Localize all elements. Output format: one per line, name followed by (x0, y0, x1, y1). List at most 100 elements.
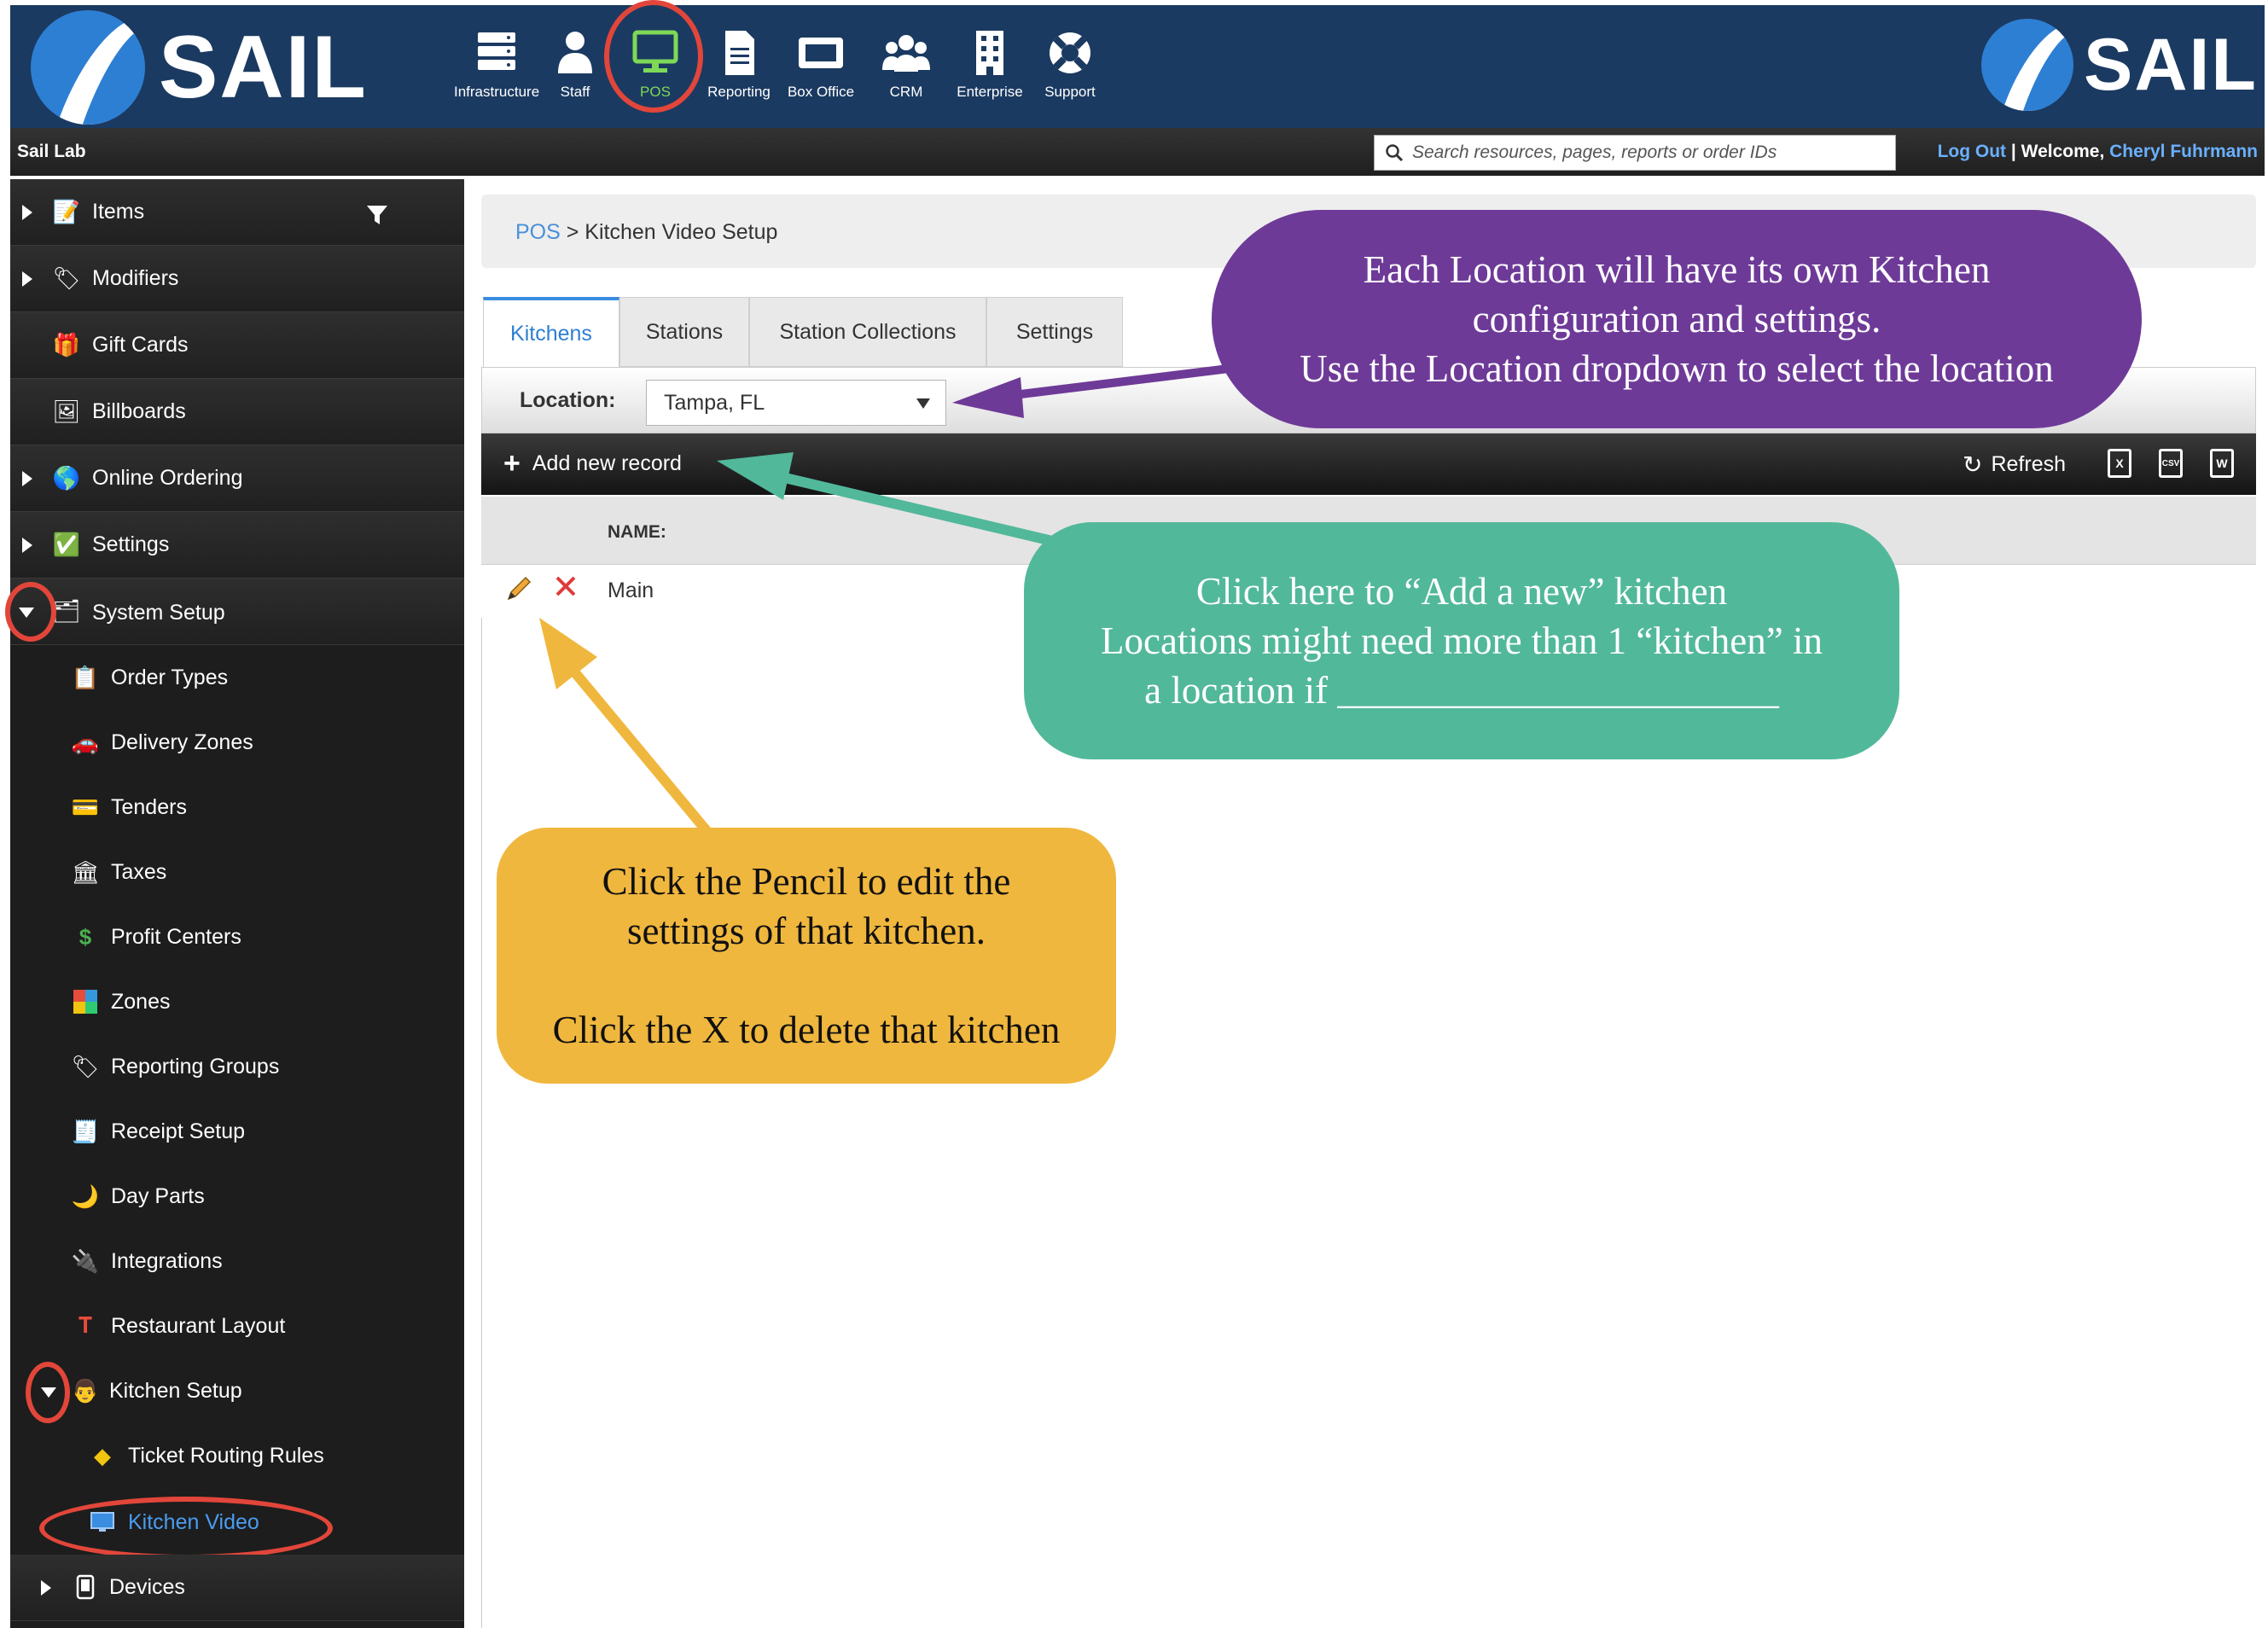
sail-logo-right: SAIL (1981, 19, 2258, 111)
credit-card-icon: 💳 (71, 794, 100, 820)
user-name-link[interactable]: Cheryl Fuhrmann (2109, 142, 2258, 161)
sidebar-item-online-ordering[interactable]: 🌎 Online Ordering (10, 445, 464, 512)
sail-logo[interactable]: SAIL (31, 10, 368, 125)
expand-arrow-icon[interactable] (41, 1580, 51, 1596)
sidebar-item-label: Kitchen Setup (109, 1379, 242, 1403)
breadcrumb-pos-link[interactable]: POS (515, 220, 561, 244)
global-search (1374, 135, 1896, 171)
sidebar-item-devices[interactable]: Devices (10, 1555, 464, 1621)
expand-arrow-icon[interactable] (22, 471, 32, 486)
breadcrumb: POS > Kitchen Video Setup (515, 220, 777, 245)
billboard-icon: 🖼 (52, 398, 81, 424)
plus-icon: + (503, 447, 520, 480)
sidebar-item-ticket-routing-rules[interactable]: ◆ Ticket Routing Rules (10, 1423, 464, 1490)
search-input[interactable] (1412, 142, 1890, 163)
collapse-arrow-icon[interactable] (41, 1387, 56, 1398)
items-icon: 📝 (52, 198, 81, 224)
callout-line: Click here to “Add a new” kitchen (1195, 570, 1728, 613)
collapse-arrow-icon[interactable] (19, 608, 34, 618)
sidebar-item-zones[interactable]: Zones (10, 969, 464, 1036)
module-label: Enterprise (957, 84, 1023, 100)
sidebar-item-order-types[interactable]: 📋 Order Types (10, 645, 464, 712)
sidebar-item-delivery-zones[interactable]: 🚗 Delivery Zones (10, 710, 464, 776)
sidebar-item-profit-centers[interactable]: $ Profit Centers (10, 904, 464, 971)
sidebar-item-settings[interactable]: ✅ Settings (10, 512, 464, 579)
sidebar-item-gift-cards[interactable]: 🎁 Gift Cards (10, 312, 464, 379)
sidebar-item-label: Profit Centers (111, 925, 241, 949)
expand-arrow-icon[interactable] (22, 271, 32, 287)
sidebar-item-label: Taxes (111, 860, 167, 884)
sidebar-item-label: Devices (109, 1575, 185, 1599)
logout-link[interactable]: Log Out (1938, 142, 2006, 161)
module-pos[interactable]: POS (613, 27, 698, 109)
location-dropdown[interactable]: Tampa, FL (646, 380, 946, 426)
chef-icon: 👨 (71, 1377, 100, 1404)
zones-icon (72, 988, 99, 1015)
grid-toolbar: + Add new record ↻ Refresh X CSV W (481, 433, 2256, 495)
add-kitchen-callout: Click here to “Add a new” kitchen Locati… (1024, 522, 1899, 759)
module-reporting[interactable]: Reporting (696, 27, 782, 109)
settings-icon: ✅ (52, 531, 81, 557)
sidebar-item-label: Reporting Groups (111, 1055, 280, 1079)
sidebar: 📝 Items 🏷 Modifiers 🎁 Gift Cards 🖼 Billb… (5, 179, 464, 1628)
tab-kitchens[interactable]: Kitchens (483, 297, 619, 367)
brand-name: SAIL (159, 17, 368, 117)
grid-body (481, 618, 2256, 1628)
refresh-button[interactable]: ↻ Refresh (1963, 451, 2066, 479)
sidebar-item-tenders[interactable]: 💳 Tenders (10, 775, 464, 841)
sidebar-item-items[interactable]: 📝 Items (10, 179, 464, 246)
sidebar-item-kitchen-setup[interactable]: 👨 Kitchen Setup (10, 1358, 464, 1425)
sidebar-item-system-setup[interactable]: 🗂 System Setup (10, 579, 464, 645)
system-setup-icon: 🗂 (52, 597, 81, 624)
module-infrastructure[interactable]: Infrastructure (454, 27, 539, 109)
module-support[interactable]: Support (1027, 27, 1113, 109)
sidebar-item-kitchen-video[interactable]: Kitchen Video (10, 1490, 464, 1556)
monitor-icon (632, 30, 678, 73)
sail-logo-mark-icon (1981, 19, 2073, 111)
top-header: SAIL Infrastructure Staff POS Reporting … (10, 5, 2265, 128)
delete-x-icon[interactable] (553, 573, 579, 599)
module-enterprise[interactable]: Enterprise (947, 27, 1032, 109)
callout-line: a location if _______________________ (1144, 669, 1779, 712)
tab-station-collections[interactable]: Station Collections (749, 297, 986, 367)
expand-arrow-icon[interactable] (22, 205, 32, 220)
filter-icon[interactable] (365, 203, 389, 227)
document-icon (725, 31, 754, 75)
module-staff[interactable]: Staff (532, 27, 618, 109)
car-icon: 🚗 (71, 729, 100, 755)
sidebar-item-label: Receipt Setup (111, 1119, 246, 1143)
callout-line: configuration and settings. (1472, 298, 1881, 340)
sidebar-item-modifiers[interactable]: 🏷 Modifiers (10, 246, 464, 312)
tab-stations[interactable]: Stations (619, 297, 749, 367)
export-excel-icon[interactable]: X (2108, 449, 2131, 478)
location-callout: Each Location will have its own Kitchen … (1212, 210, 2142, 428)
module-label: Staff (560, 84, 590, 100)
callout-line: Each Location will have its own Kitchen (1363, 248, 1991, 291)
module-label: Support (1044, 84, 1096, 100)
search-icon (1386, 144, 1404, 162)
sidebar-item-billboards[interactable]: 🖼 Billboards (10, 379, 464, 445)
sidebar-item-integrations[interactable]: 🔌 Integrations (10, 1229, 464, 1295)
sidebar-item-label: Items (92, 200, 145, 224)
sidebar-item-receipt-setup[interactable]: 🧾 Receipt Setup (10, 1099, 464, 1166)
sidebar-item-label: Settings (92, 532, 170, 556)
module-crm[interactable]: CRM (864, 27, 949, 109)
refresh-label: Refresh (1991, 452, 2067, 476)
column-header-name[interactable]: NAME: (608, 522, 666, 543)
sidebar-item-restaurant-layout[interactable]: 𝐓 Restaurant Layout (10, 1294, 464, 1360)
pencil-icon[interactable] (503, 573, 534, 604)
module-box-office[interactable]: Box Office (778, 27, 864, 109)
edit-delete-callout: Click the Pencil to edit the settings of… (497, 828, 1116, 1084)
sidebar-item-day-parts[interactable]: 🌙 Day Parts (10, 1164, 464, 1230)
sidebar-item-reporting-groups[interactable]: 🏷 Reporting Groups (10, 1034, 464, 1101)
export-csv-icon[interactable]: CSV (2159, 449, 2183, 478)
server-icon (478, 32, 515, 70)
sidebar-item-label: System Setup (92, 601, 225, 625)
add-new-record-button[interactable]: + Add new record (503, 447, 682, 480)
export-word-icon[interactable]: W (2210, 449, 2234, 478)
sidebar-item-taxes[interactable]: 🏛 Taxes (10, 840, 464, 906)
sidebar-item-label: Gift Cards (92, 333, 189, 357)
sidebar-item-label: Day Parts (111, 1184, 205, 1208)
expand-arrow-icon[interactable] (22, 538, 32, 553)
tab-settings[interactable]: Settings (986, 297, 1123, 367)
